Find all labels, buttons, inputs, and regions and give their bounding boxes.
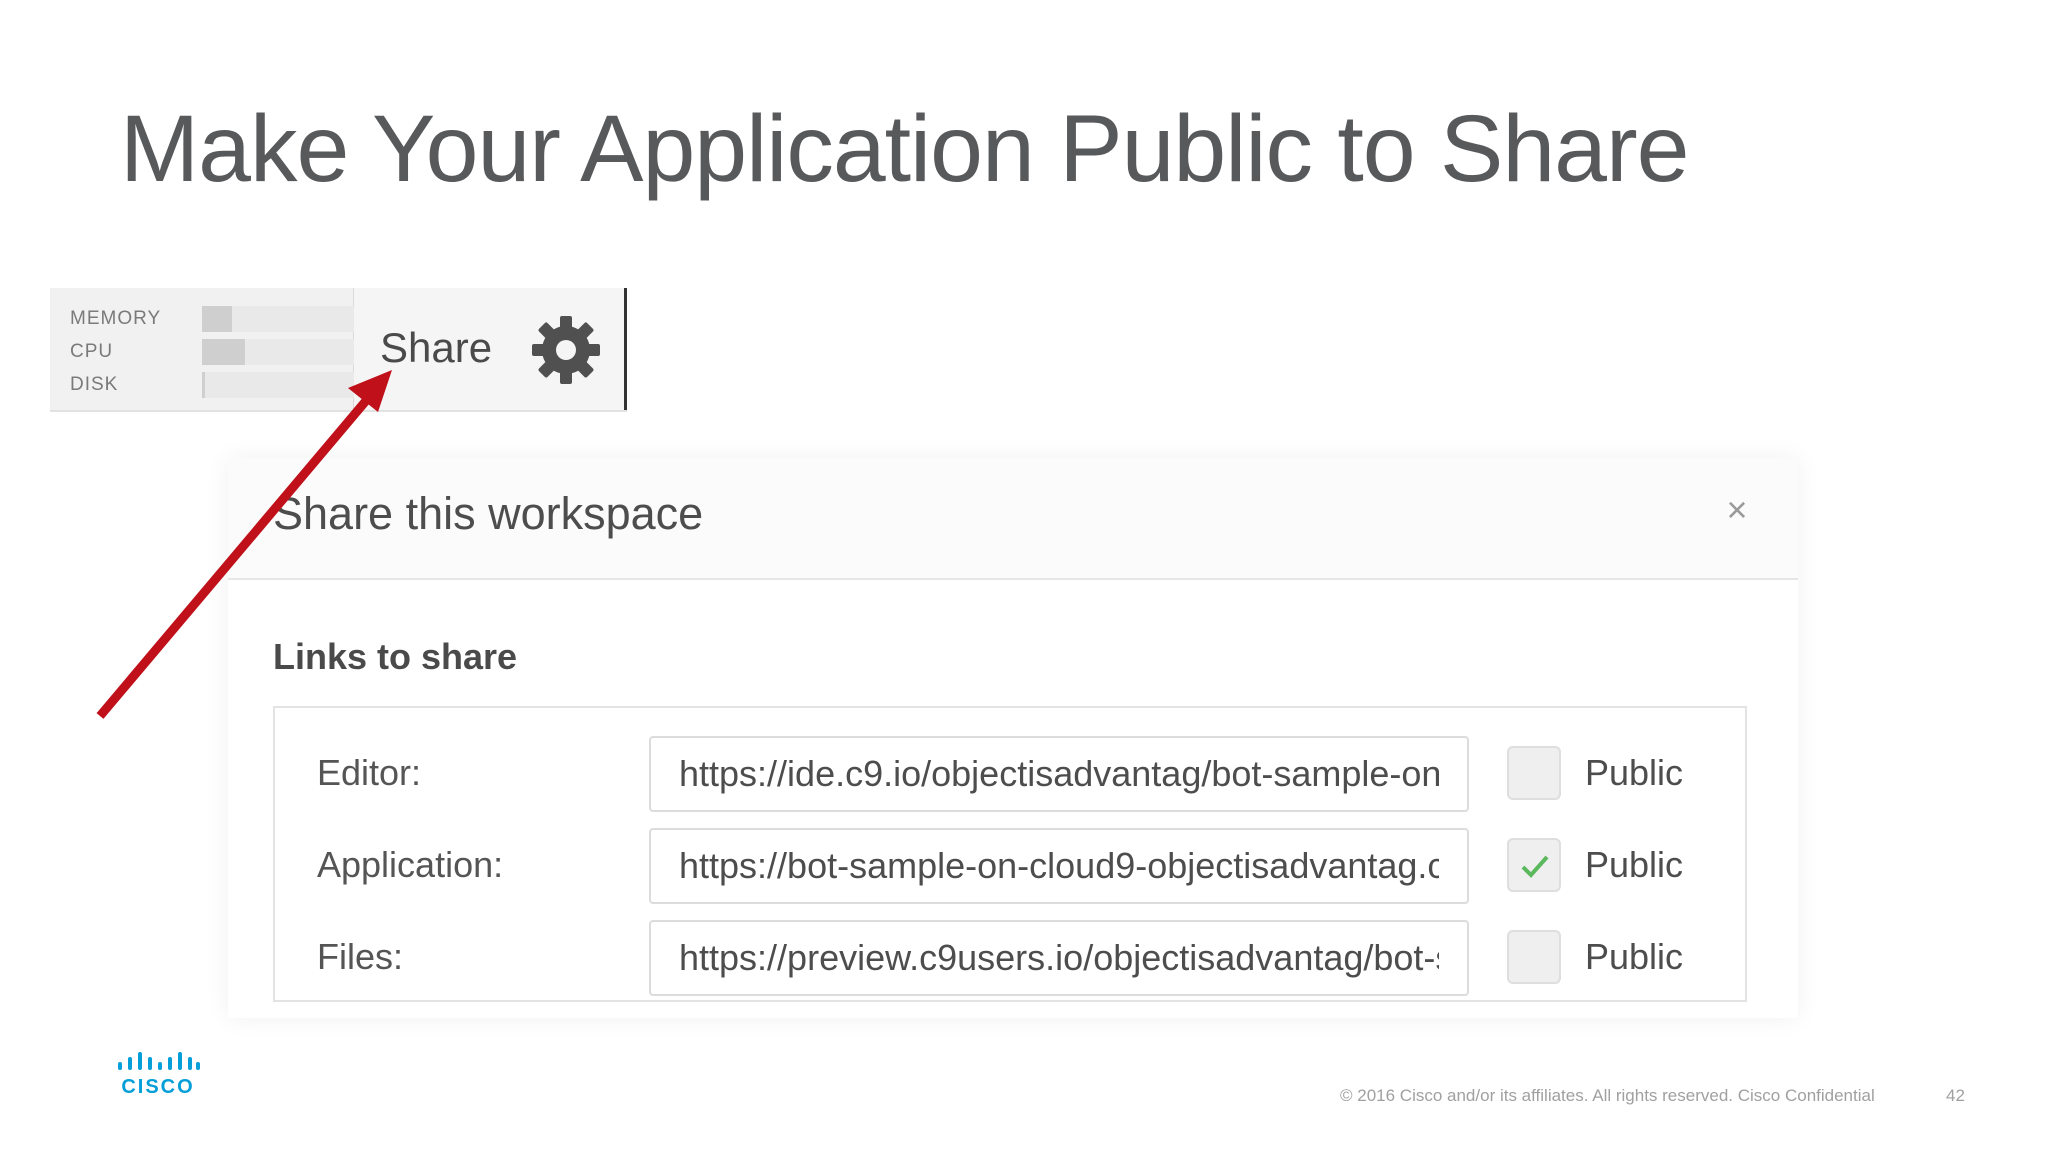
links-box: Editor: Public Application: Public Files… <box>273 706 1747 1002</box>
link-row-files: Files: Public <box>275 920 1745 1000</box>
dialog-title: Share this workspace <box>273 488 704 539</box>
meter-label-memory: MEMORY <box>70 308 162 329</box>
close-icon[interactable]: × <box>1715 488 1759 532</box>
links-section-title: Links to share <box>273 636 518 677</box>
meter-label-cpu: CPU <box>70 341 114 362</box>
page-number: 42 <box>1946 1086 1965 1105</box>
logo-wordmark: CISCO <box>121 1076 195 1098</box>
toolbar-divider <box>624 288 627 410</box>
meter-track <box>202 306 354 332</box>
ide-toolbar: MEMORY CPU DISK Share <box>50 288 627 412</box>
files-public-checkbox[interactable] <box>1507 930 1561 984</box>
disk-meter: DISK <box>70 370 354 398</box>
application-public-checkbox[interactable] <box>1507 838 1561 892</box>
meter-fill-memory <box>202 306 233 332</box>
gear-icon[interactable] <box>528 312 604 388</box>
checkmark-icon <box>1521 855 1549 878</box>
share-button[interactable]: Share <box>380 324 492 372</box>
link-row-application: Application: Public <box>275 828 1745 908</box>
files-url-input[interactable] <box>649 920 1469 996</box>
slide-title: Make Your Application Public to Share <box>120 96 1689 202</box>
link-label: Files: <box>317 936 404 977</box>
cisco-logo: CISCO <box>116 1052 200 1100</box>
share-dialog: Share this workspace × Links to share Ed… <box>228 458 1798 1018</box>
meter-fill-disk <box>202 372 206 398</box>
meter-fill-cpu <box>202 339 245 365</box>
cpu-meter: CPU <box>70 337 354 365</box>
public-label: Public <box>1585 752 1684 793</box>
link-label: Editor: <box>317 752 422 793</box>
dialog-header: Share this workspace × <box>228 458 1798 580</box>
link-label: Application: <box>317 844 504 885</box>
memory-meter: MEMORY <box>70 304 354 332</box>
meter-track <box>202 339 354 365</box>
meter-track <box>202 372 354 398</box>
public-label: Public <box>1585 936 1684 977</box>
application-url-input[interactable] <box>649 828 1469 904</box>
copyright-text: © 2016 Cisco and/or its affiliates. All … <box>1340 1086 1875 1105</box>
editor-public-checkbox[interactable] <box>1507 746 1561 800</box>
public-label: Public <box>1585 844 1684 885</box>
link-row-editor: Editor: Public <box>275 736 1745 816</box>
resource-meters: MEMORY CPU DISK <box>50 288 354 410</box>
meter-label-disk: DISK <box>70 374 119 395</box>
editor-url-input[interactable] <box>649 736 1469 812</box>
